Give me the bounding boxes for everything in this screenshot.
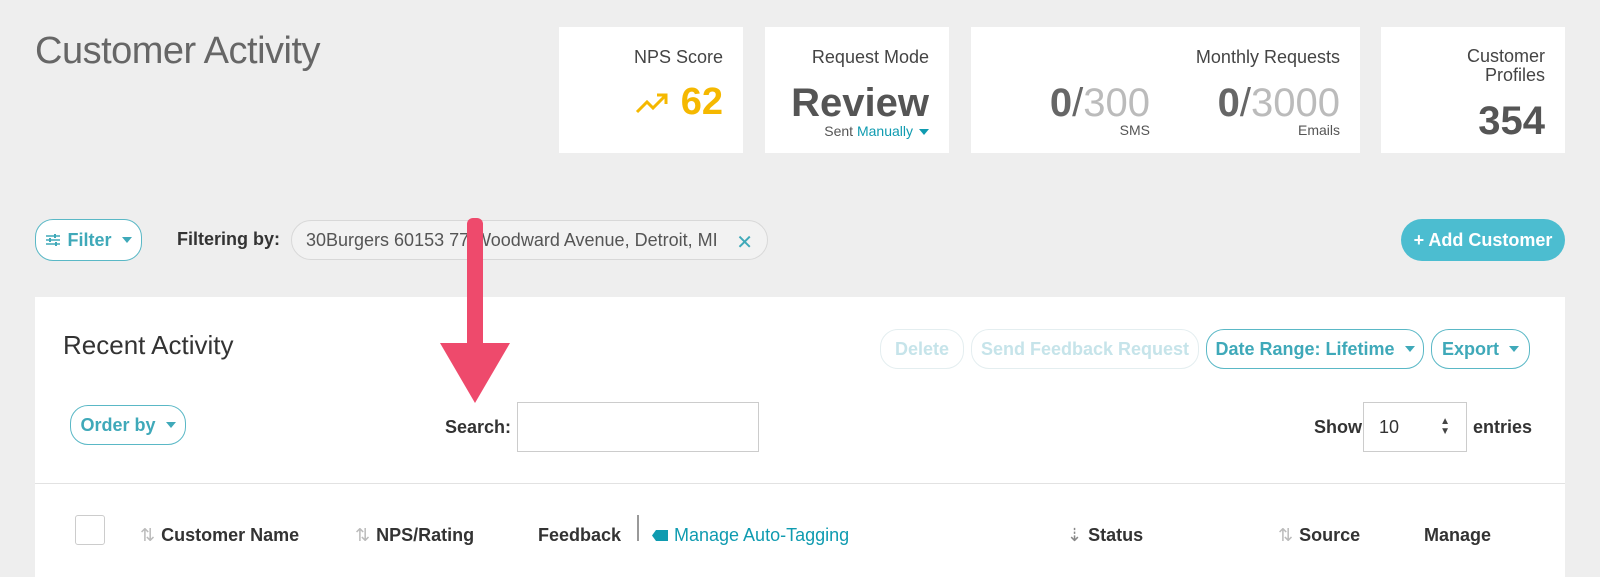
date-range-label: Date Range: Lifetime	[1215, 338, 1395, 359]
filter-button[interactable]: Filter	[35, 219, 142, 261]
send-feedback-request-button[interactable]: Send Feedback Request	[971, 329, 1199, 369]
chevron-down-icon[interactable]	[919, 129, 929, 136]
column-header-feedback: Feedback	[538, 525, 621, 546]
request-mode-value: Review	[791, 81, 929, 125]
search-label: Search:	[445, 417, 512, 437]
sort-icon: ⇅	[1278, 525, 1294, 545]
request-mode-label: Request Mode	[811, 47, 929, 67]
customer-profiles-label: Customer Profiles	[1467, 47, 1545, 85]
column-label: Source	[1299, 525, 1361, 545]
column-header-nps-rating[interactable]: ⇅ NPS/Rating	[355, 525, 474, 546]
select-arrows-icon: ▲ ▼	[1440, 416, 1450, 437]
trending-up-icon	[635, 93, 668, 113]
chevron-down-icon	[121, 237, 132, 243]
column-label: Customer Name	[161, 525, 300, 545]
sort-desc-icon: ⇣	[1067, 525, 1083, 545]
sent-mode-dropdown[interactable]: Manually	[857, 123, 913, 139]
select-all-checkbox[interactable]	[75, 515, 105, 545]
emails-used: 0	[1217, 81, 1240, 125]
entries-select[interactable]: 10 ▲ ▼	[1363, 402, 1467, 452]
sliders-icon	[46, 234, 61, 246]
nps-score-number: 62	[680, 81, 723, 123]
nps-score-label: NPS Score	[633, 47, 723, 67]
customer-profiles-card: Customer Profiles 354	[1381, 27, 1565, 153]
emails-max: 3000	[1251, 81, 1340, 125]
column-label: Feedback	[538, 525, 622, 545]
sort-icon: ⇅	[140, 525, 156, 545]
column-header-manage: Manage	[1424, 525, 1491, 546]
monthly-requests-label: Monthly Requests	[1195, 47, 1340, 67]
sms-max: 300	[1083, 81, 1150, 125]
sent-prefix: Sent	[824, 123, 854, 139]
profiles-label-line2: Profiles	[1484, 65, 1545, 85]
nps-score-card: NPS Score 62	[559, 27, 743, 153]
sms-used: 0	[1049, 81, 1073, 125]
sms-requests: 0/300 SMS	[1049, 81, 1150, 138]
close-icon[interactable]: ✕	[736, 230, 753, 255]
delete-button[interactable]: Delete	[880, 329, 964, 369]
annotation-arrow-icon	[440, 218, 510, 403]
column-header-customer-name[interactable]: ⇅ Customer Name	[140, 525, 299, 546]
manage-auto-tagging-label: Manage Auto-Tagging	[674, 525, 850, 545]
nps-score-value: 62	[635, 81, 723, 124]
chevron-down-icon	[1509, 346, 1519, 352]
tag-icon	[652, 530, 668, 541]
order-by-label: Order by	[80, 414, 156, 435]
column-label: Status	[1088, 525, 1144, 545]
export-dropdown[interactable]: Export	[1431, 329, 1530, 369]
show-label: Show	[1314, 417, 1362, 437]
search-input[interactable]	[517, 402, 759, 452]
email-requests: 0/3000 Emails	[1217, 81, 1340, 138]
active-filter-chip: 30Burgers 60153 77 Woodward Avenue, Detr…	[291, 220, 768, 260]
order-by-dropdown[interactable]: Order by	[70, 405, 186, 445]
page-title: Customer Activity	[35, 30, 321, 72]
column-header-source[interactable]: ⇅ Source	[1278, 525, 1360, 546]
entries-value: 10	[1379, 416, 1400, 437]
active-filter-text: 30Burgers 60153 77 Woodward Avenue, Detr…	[306, 229, 718, 250]
filter-label: Filter	[67, 229, 112, 250]
column-label: Manage	[1424, 525, 1492, 545]
chevron-down-icon	[165, 422, 176, 428]
monthly-requests-card: Monthly Requests 0/300 SMS 0/3000 Emails	[971, 27, 1360, 153]
chevron-down-icon	[1404, 346, 1415, 352]
column-label: NPS/Rating	[376, 525, 475, 545]
request-mode-sent: Sent Manually	[824, 123, 929, 139]
add-customer-button[interactable]: + Add Customer	[1401, 219, 1565, 261]
profiles-label-line1: Customer	[1466, 46, 1545, 66]
divider	[35, 483, 1565, 484]
date-range-dropdown[interactable]: Date Range: Lifetime	[1206, 329, 1424, 369]
request-mode-card: Request Mode Review Sent Manually	[765, 27, 949, 153]
divider	[637, 515, 639, 541]
filtering-by-label: Filtering by:	[177, 229, 280, 249]
column-header-status[interactable]: ⇣ Status	[1067, 525, 1143, 546]
sort-icon: ⇅	[355, 525, 371, 545]
manage-auto-tagging-link[interactable]: Manage Auto-Tagging	[652, 525, 849, 546]
entries-label: entries	[1473, 417, 1533, 437]
customer-profiles-value: 354	[1478, 99, 1545, 143]
panel-title: Recent Activity	[63, 330, 234, 360]
recent-activity-panel: Recent Activity Delete Send Feedback Req…	[35, 297, 1565, 577]
export-label: Export	[1441, 338, 1499, 359]
